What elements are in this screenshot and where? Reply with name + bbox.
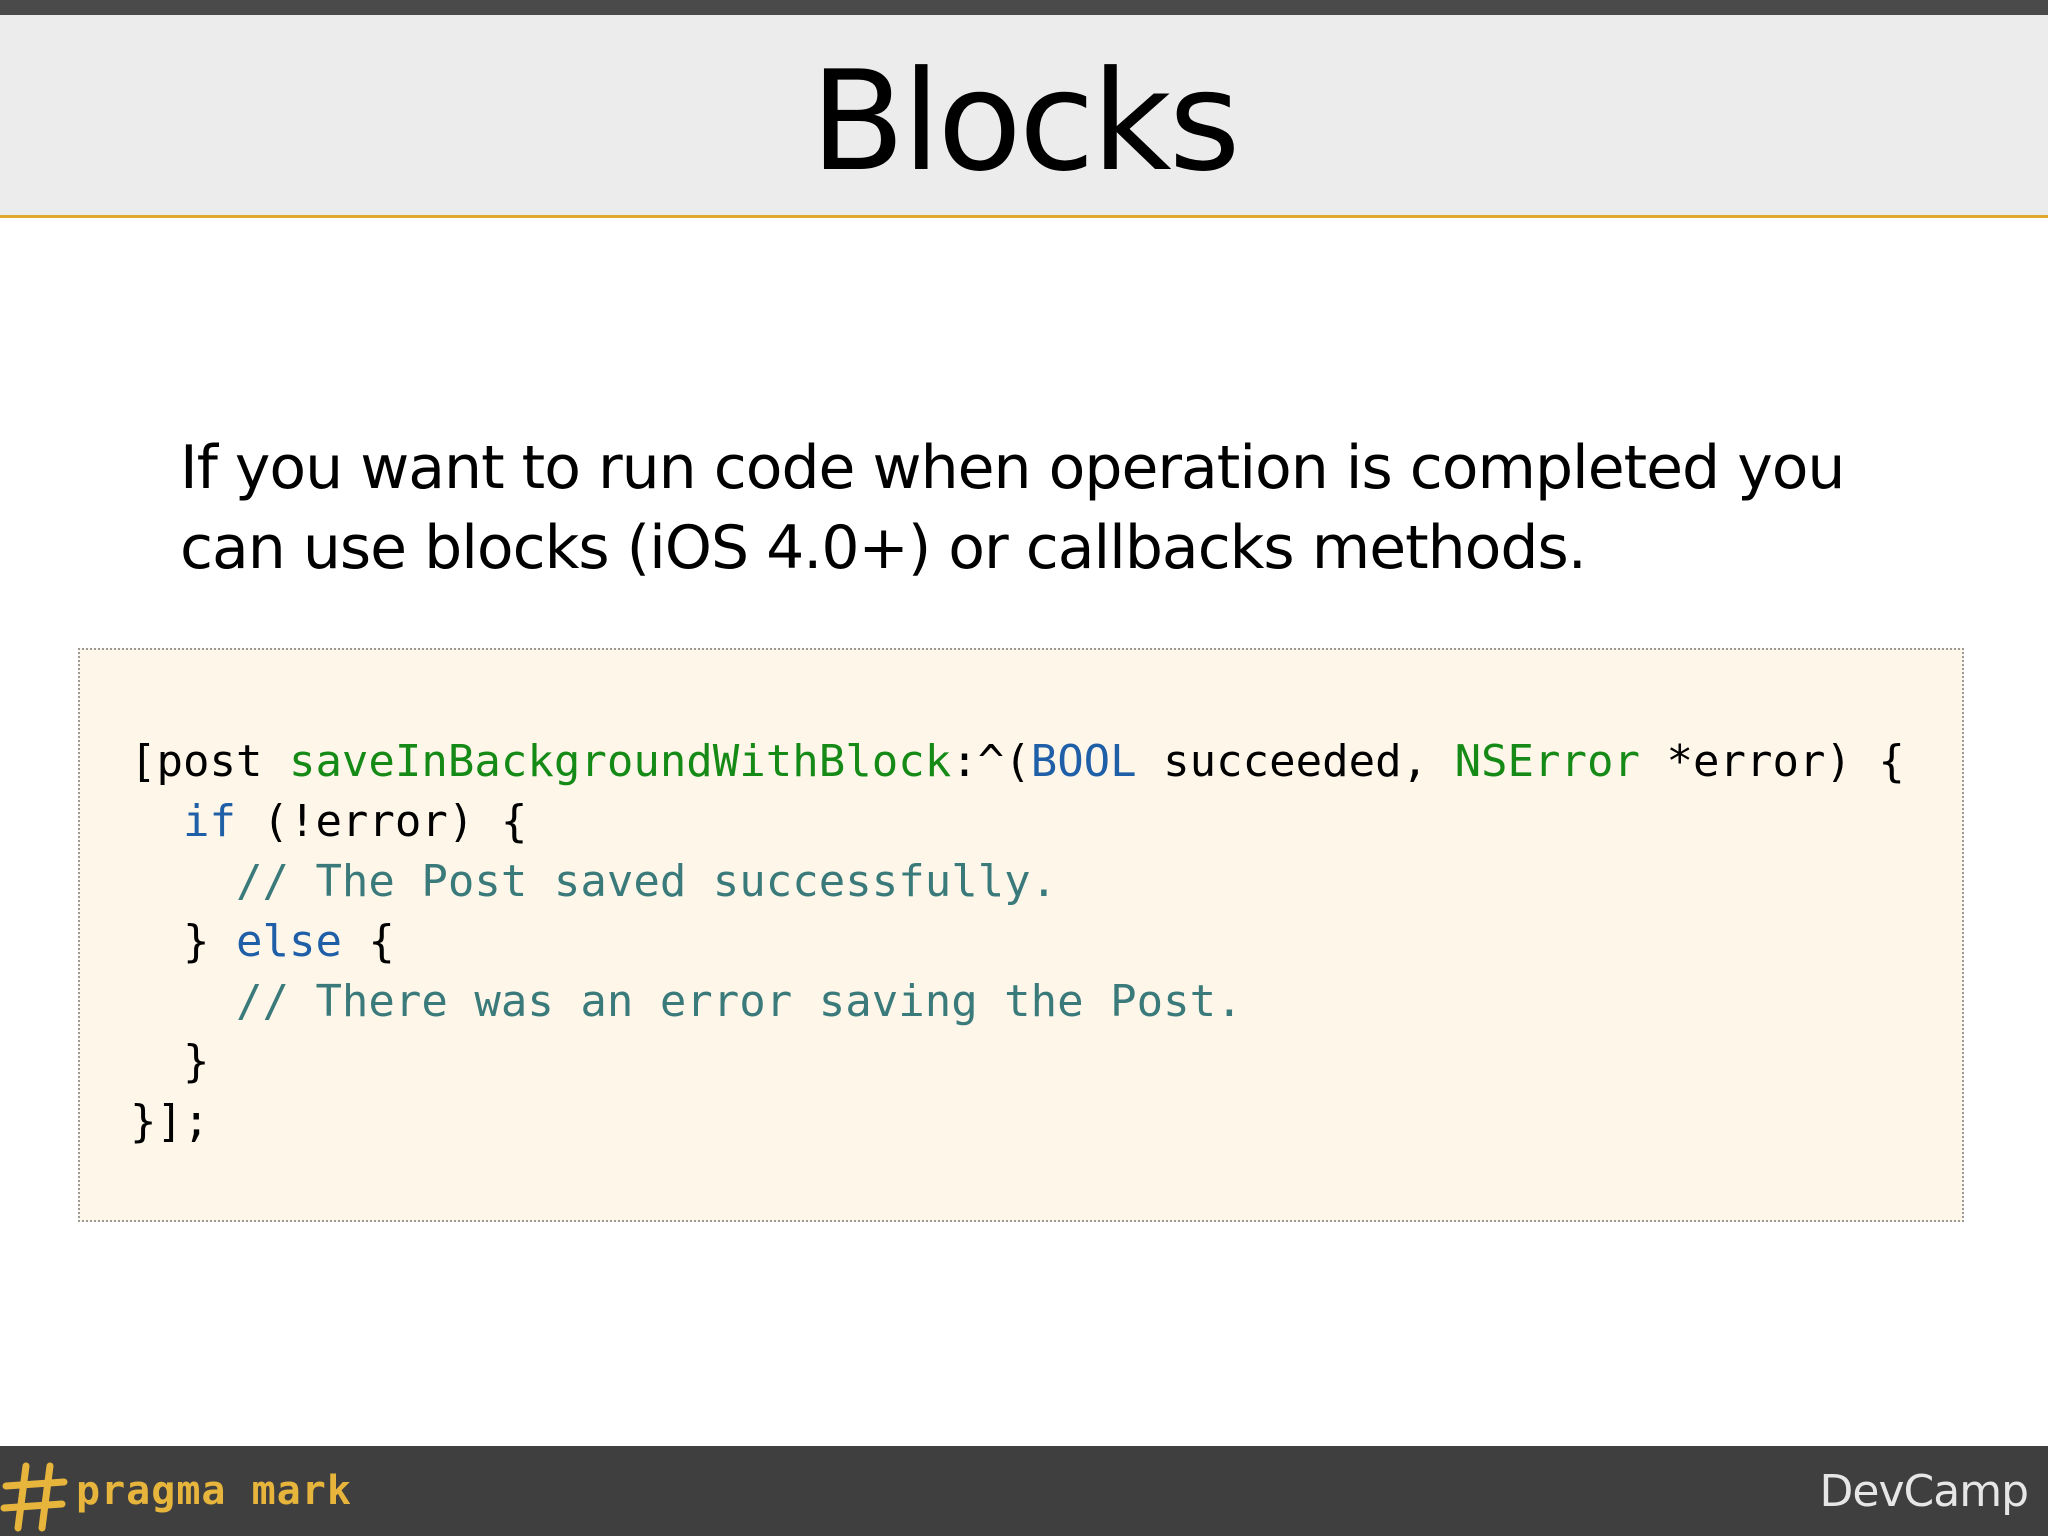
- brand-name: pragma mark: [76, 1468, 352, 1514]
- code-line: }];: [130, 1092, 1905, 1152]
- code-line: // There was an error saving the Post.: [130, 972, 1905, 1032]
- code-token: saveInBackgroundWithBlock: [288, 736, 952, 787]
- code-token: {: [341, 916, 395, 967]
- body-line: If you want to run code when operation i…: [180, 433, 1845, 503]
- code-token: else: [235, 916, 342, 967]
- event-name: DevCamp: [1819, 1466, 2029, 1517]
- code-token: BOOL: [1030, 736, 1137, 787]
- code-line: [post saveInBackgroundWithBlock:^(BOOL s…: [130, 732, 1905, 792]
- code-token: }];: [130, 1096, 210, 1147]
- title-band: Blocks: [0, 15, 2048, 218]
- code-line: // The Post saved successfully.: [130, 852, 1905, 912]
- footer-bar: pragma mark DevCamp: [0, 1446, 2048, 1536]
- code-token: :^(: [951, 736, 1031, 787]
- code-line: if (!error) {: [130, 792, 1905, 852]
- body-line: can use blocks (iOS 4.0+) or callbacks m…: [180, 513, 1587, 583]
- code-line: }: [130, 1032, 1905, 1092]
- code-token: // There was an error saving the Post.: [235, 976, 1243, 1027]
- body-text: If you want to run code when operation i…: [180, 428, 1980, 588]
- code-token: NSError: [1454, 736, 1640, 787]
- code-token: }: [130, 916, 236, 967]
- code-token: succeeded,: [1136, 736, 1455, 787]
- code-listing: [post saveInBackgroundWithBlock:^(BOOL s…: [130, 732, 1905, 1152]
- code-token: *error) {: [1640, 736, 1905, 787]
- code-block: [post saveInBackgroundWithBlock:^(BOOL s…: [78, 648, 1964, 1222]
- code-token: }: [130, 1036, 210, 1087]
- slide-title: Blocks: [810, 41, 1240, 202]
- hash-icon: [0, 1462, 68, 1532]
- top-strip: [0, 0, 2048, 15]
- code-token: if: [182, 796, 236, 847]
- code-line: } else {: [130, 912, 1905, 972]
- code-token: (!error) {: [235, 796, 528, 847]
- code-token: [post: [130, 736, 289, 787]
- code-token: // The Post saved successfully.: [235, 856, 1058, 907]
